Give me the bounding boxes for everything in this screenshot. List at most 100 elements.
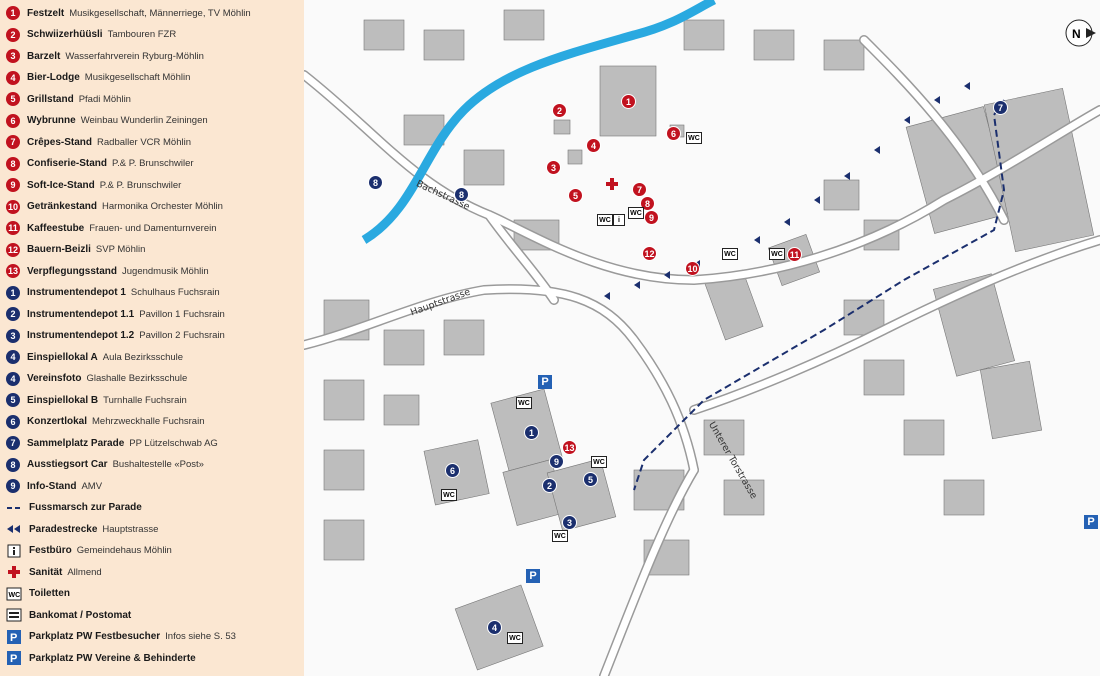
legend-description: Frauen- und Damenturnverein (89, 222, 217, 234)
legend-label: Instrumentendepot 1 (27, 287, 126, 298)
crepes-marker[interactable]: 7 (632, 182, 647, 197)
soft-ice-marker[interactable]: 9 (644, 210, 659, 225)
legend-label: Grillstand (27, 93, 74, 105)
marker-label: 12 (644, 248, 655, 259)
marker-label: 8 (644, 198, 650, 209)
marker-label: 11 (789, 249, 800, 260)
svg-text:WC: WC (9, 592, 21, 599)
legend-item: 4 Vereinsfoto Glashalle Bezirksschule (6, 370, 187, 388)
map-base: N (304, 0, 1100, 676)
legend-description: Jugendmusik Möhlin (122, 265, 209, 277)
info-icon (6, 544, 22, 558)
info-stand-marker[interactable]: 9 (549, 454, 564, 469)
einspiellokal-b-marker[interactable]: 5 (583, 472, 598, 487)
legend-item: 8 Ausstiegsort Car Bushaltestelle «Post» (6, 456, 204, 474)
legend-symbol-item: Bankomat / Postomat (6, 606, 136, 624)
grillstand-marker[interactable]: 5 (568, 188, 583, 203)
marker-label: 6 (670, 128, 676, 139)
legend-number-badge: 10 (6, 199, 20, 214)
red-cross-icon (6, 565, 22, 579)
schwiizerhuusli-marker[interactable]: 2 (552, 103, 567, 118)
legend-description: Hauptstrasse (102, 523, 159, 535)
marker-label: 3 (550, 162, 556, 173)
parking-icon: P (526, 569, 540, 583)
parking-icon: P (6, 651, 22, 665)
legend-label: Vereinsfoto (27, 373, 82, 384)
legend-number-badge: 3 (6, 49, 20, 63)
legend-item: 10 Getränkestand Harmonika Orchester Möhli… (6, 198, 223, 216)
kaffeestube-marker[interactable]: 11 (787, 247, 802, 262)
toilet-icon: WC (769, 248, 785, 260)
legend-item: 2 Instrumentendepot 1.1 Pavillon 1 Fuchsra… (6, 305, 225, 323)
legend-item: 6 Konzertlokal Mehrzweckhalle Fuchsrain (6, 413, 204, 431)
legend-label: Wybrunne (27, 115, 76, 126)
legend-symbol-item: P Parkplatz PW Festbesucher Infos siehe S.… (6, 628, 236, 646)
legend-label: Festbüro (29, 545, 72, 556)
marker-label: 1 (625, 96, 631, 107)
legend-description: AMV (81, 480, 103, 492)
legend-number-badge: 9 (6, 178, 20, 192)
legend-description: Glashalle Bezirksschule (86, 373, 188, 384)
legend-label: Parkplatz PW Vereine & Behinderte (29, 652, 196, 664)
legend-description: Allmend (67, 566, 102, 578)
legend-description: Bushaltestelle «Post» (112, 459, 204, 470)
legend-label: Ausstiegsort Car (27, 459, 108, 470)
legend-description: PP Lützelschwab AG (129, 437, 218, 449)
ausstiegsort-marker-2[interactable]: 8 (454, 187, 469, 202)
legend-label: Bier-Lodge (27, 72, 80, 83)
legend-number-badge: 7 (6, 135, 20, 149)
legend-description: Infos siehe S. 53 (165, 631, 236, 642)
marker-label: 5 (587, 474, 593, 485)
instrumentendepot-11-marker[interactable]: 2 (542, 478, 557, 493)
verpflegungsstand-marker[interactable]: 13 (562, 440, 577, 455)
legend-item: 12 Bauern-Beizli SVP Möhlin (6, 241, 145, 259)
sammelplatz-marker[interactable]: 7 (993, 100, 1008, 115)
legend-item: 3 Barzelt Wasserfahrverein Ryburg-Möhlin (6, 47, 204, 65)
marker-label: 9 (648, 212, 654, 223)
legend-description: Musikgesellschaft Möhlin (84, 72, 191, 83)
sanitaet-red-cross-icon (606, 178, 618, 190)
ausstiegsort-marker-1[interactable]: 8 (368, 175, 383, 190)
legend-number-badge: 6 (6, 414, 20, 429)
legend-item: 5 Grillstand Pfadi Möhlin (6, 90, 131, 108)
toilet-icon: WC (441, 489, 457, 501)
legend-description: Pavillon 2 Fuchsrain (139, 330, 225, 341)
marker-label: 6 (449, 465, 455, 476)
toilet-icon: WC (516, 397, 532, 409)
konzertlokal-marker[interactable]: 6 (445, 463, 460, 478)
barzelt-marker[interactable]: 3 (546, 160, 561, 175)
dashed-line-icon (6, 501, 22, 515)
legend-description: Aula Bezirksschule (102, 351, 184, 363)
legend-number-badge: 12 (6, 242, 20, 257)
parking-icon: P (538, 375, 552, 389)
einspiellokal-a-marker[interactable]: 4 (487, 620, 502, 635)
marker-label: 9 (553, 456, 559, 467)
legend-number-badge: 11 (6, 221, 20, 235)
legend-label: Parkplatz PW Festbesucher (29, 631, 161, 642)
north-label: N (1072, 27, 1081, 41)
legend-description: Pavillon 1 Fuchsrain (139, 308, 225, 320)
getraenkestand-marker[interactable]: 10 (685, 261, 700, 276)
legend-symbol-item: Festbüro Gemeindehaus Möhlin (6, 542, 172, 560)
legend-label: Bauern-Beizli (27, 244, 91, 255)
marker-label: 1 (528, 427, 534, 438)
bauern-beizli-marker[interactable]: 12 (642, 246, 657, 261)
legend-number-badge: 4 (6, 70, 20, 85)
legend-symbol-item: Paradestrecke Hauptstrasse (6, 520, 158, 538)
marker-label: 8 (372, 177, 378, 188)
wybrunne-marker[interactable]: 6 (666, 126, 681, 141)
parking-icon: P (1084, 515, 1098, 529)
marker-label: 4 (590, 140, 596, 151)
legend-item: 1 Festzelt Musikgesellschaft, Männerriege,… (6, 4, 251, 22)
legend-label: Paradestrecke (29, 523, 98, 535)
legend-number-badge: 13 (6, 264, 20, 278)
legend-label: Bankomat / Postomat (29, 609, 132, 621)
instrumentendepot-12-marker[interactable]: 3 (562, 515, 577, 530)
legend-symbol-item: P Parkplatz PW Vereine & Behinderte (6, 649, 201, 667)
legend-item: 1 Instrumentendepot 1 Schulhaus Fuchsrain (6, 284, 220, 302)
legend-label: Confiserie-Stand (27, 158, 108, 169)
festzelt-marker[interactable]: 1 (621, 94, 636, 109)
festival-map: N Bachstrasse Hauptstrasse Unterer Torst… (304, 0, 1100, 676)
bier-lodge-marker[interactable]: 4 (586, 138, 601, 153)
instrumentendepot-1-marker[interactable]: 1 (524, 425, 539, 440)
